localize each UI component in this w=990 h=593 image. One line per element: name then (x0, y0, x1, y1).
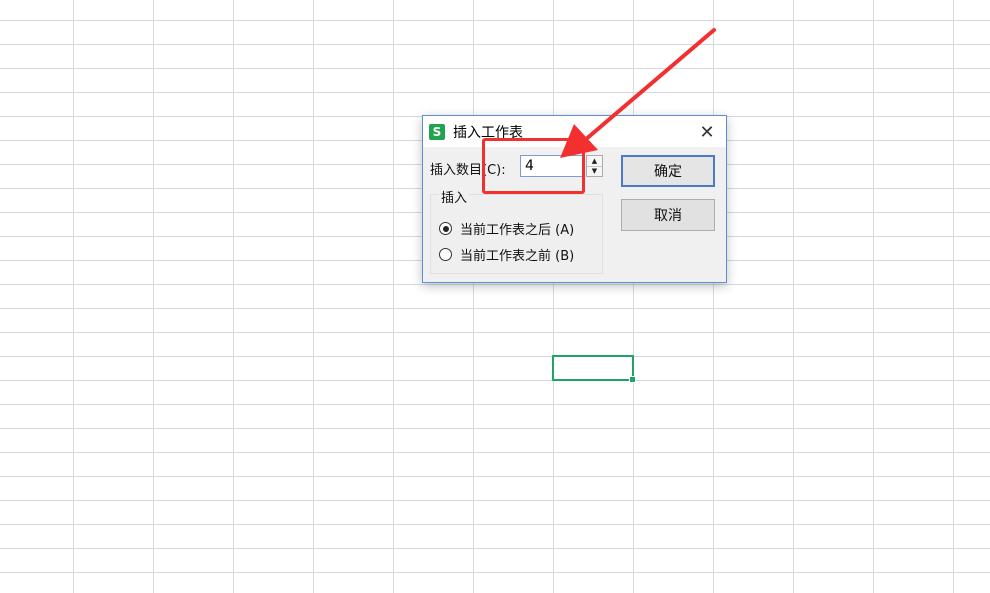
annotation-arrow-icon (560, 28, 716, 158)
